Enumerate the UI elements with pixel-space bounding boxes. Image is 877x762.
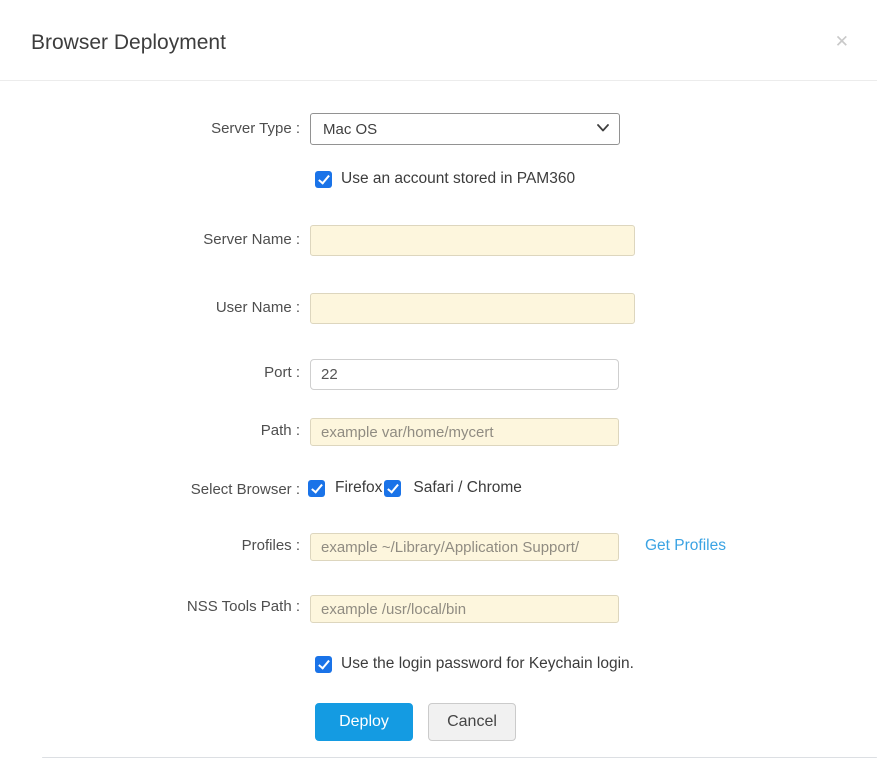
nss-tools-path-input[interactable] (310, 595, 619, 623)
cancel-button[interactable]: Cancel (428, 703, 516, 741)
firefox-checkbox[interactable] (308, 479, 325, 497)
pam-account-row: Use an account stored in PAM360 (315, 170, 575, 188)
profiles-label: Profiles : (241, 537, 300, 554)
keychain-checkbox[interactable] (315, 655, 332, 673)
server-type-select[interactable]: Mac OS (310, 113, 620, 145)
server-name-input[interactable] (310, 225, 635, 256)
firefox-label: Firefox (335, 479, 383, 496)
port-label: Port : (264, 364, 300, 381)
deploy-button[interactable]: Deploy (315, 703, 413, 741)
close-icon[interactable]: ✕ (835, 33, 849, 50)
user-name-label: User Name : (215, 299, 300, 316)
browser-deployment-dialog: Browser Deployment ✕ Server Type : Mac O… (0, 0, 877, 762)
get-profiles-link[interactable]: Get Profiles (645, 537, 726, 555)
pam-account-label: Use an account stored in PAM360 (341, 170, 576, 187)
server-name-label: Server Name : (203, 231, 300, 248)
safari-chrome-label: Safari / Chrome (413, 479, 522, 496)
header-divider (0, 80, 877, 81)
dialog-title: Browser Deployment (31, 31, 226, 54)
port-input[interactable] (310, 359, 619, 390)
user-name-input[interactable] (310, 293, 635, 324)
server-type-select-wrap: Mac OS (310, 113, 620, 145)
select-browser-label: Select Browser : (190, 481, 300, 498)
safari-chrome-checkbox[interactable] (384, 479, 402, 497)
pam-account-checkbox[interactable] (315, 170, 332, 188)
nss-tools-path-label: NSS Tools Path : (186, 598, 300, 615)
path-label: Path : (260, 422, 300, 439)
keychain-row: Use the login password for Keychain logi… (315, 655, 634, 673)
footer-divider (42, 757, 877, 758)
keychain-label: Use the login password for Keychain logi… (341, 655, 634, 672)
select-browser-row: Firefox Safari / Chrome (308, 479, 522, 497)
path-input[interactable] (310, 418, 619, 446)
server-type-label: Server Type : (211, 120, 300, 137)
profiles-input[interactable] (310, 533, 619, 561)
